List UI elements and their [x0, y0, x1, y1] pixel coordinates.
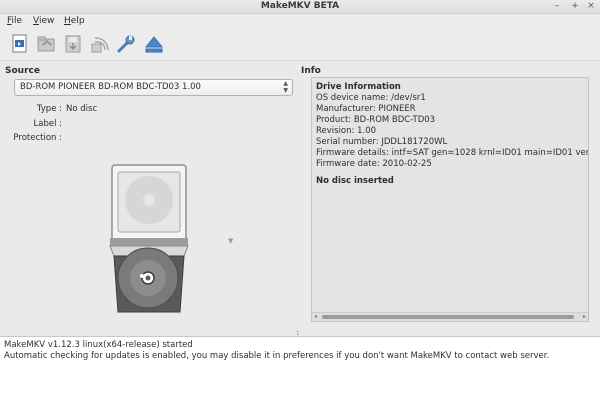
close-button[interactable]: × — [586, 1, 596, 11]
scrollbar-thumb[interactable] — [322, 315, 574, 319]
drive-info-title: Drive Information — [316, 82, 401, 92]
minimize-button[interactable]: – — [552, 1, 562, 11]
splitter-arrow-icon[interactable]: ▼ — [228, 237, 233, 245]
updown-arrows-icon: ▲ ▼ — [283, 80, 288, 94]
info-line: Manufacturer: PIONEER — [316, 104, 416, 114]
scroll-left-icon[interactable]: ◂ — [314, 313, 317, 320]
stream-button[interactable] — [89, 33, 111, 55]
pane-resize-grip-icon[interactable]: • • • — [296, 330, 304, 342]
protection-label: Protection : — [13, 133, 62, 143]
drive-select-value: BD-ROM PIONEER BD-ROM BDC-TD03 1.00 — [20, 82, 201, 92]
disc-status: No disc inserted — [316, 176, 394, 186]
info-line: Revision: 1.00 — [316, 126, 377, 136]
log-line: Automatic checking for updates is enable… — [4, 351, 550, 361]
info-horizontal-scrollbar[interactable]: ◂ ▸ — [312, 312, 588, 321]
log-panel: MakeMKV v1.12.3 linux(x64-release) start… — [0, 336, 600, 400]
protection-row: Protection : — [0, 133, 200, 145]
info-line: Firmware details: intf=SAT gen=1028 krnl… — [316, 148, 589, 158]
eject-icon — [144, 36, 164, 53]
menu-file[interactable]: File — [7, 16, 22, 26]
drive-select[interactable]: BD-ROM PIONEER BD-ROM BDC-TD03 1.00 ▲ ▼ — [14, 79, 293, 96]
maximize-button[interactable]: + — [570, 1, 580, 11]
window-titlebar: MakeMKV BETA – + × — [0, 0, 600, 14]
info-line: OS device name: /dev/sr1 — [316, 93, 426, 103]
open-files-button[interactable] — [9, 33, 31, 55]
save-icon — [65, 35, 81, 53]
menu-view[interactable]: View — [33, 16, 54, 26]
open-folder-button[interactable] — [35, 33, 57, 55]
source-heading: Source — [5, 66, 40, 76]
toolbar — [0, 29, 600, 61]
info-line: Product: BD-ROM BDC-TD03 — [316, 115, 436, 125]
menu-help[interactable]: Help — [64, 16, 85, 26]
info-panel: Drive Information OS device name: /dev/s… — [311, 77, 589, 322]
settings-button[interactable] — [115, 33, 137, 55]
label-row: Label : — [0, 119, 200, 131]
info-heading: Info — [301, 66, 321, 76]
type-label: Type : — [36, 104, 62, 114]
log-line: MakeMKV v1.12.3 linux(x64-release) start… — [4, 340, 193, 350]
scroll-right-icon[interactable]: ▸ — [583, 313, 586, 320]
label-label: Label : — [33, 119, 63, 129]
drive-illustration-icon — [109, 164, 189, 313]
type-row: Type : No disc — [0, 104, 200, 116]
info-line: Firmware date: 2010-02-25 — [316, 159, 432, 169]
info-line: Serial number: JDDL181720WL — [316, 137, 448, 147]
open-folder-icon — [37, 36, 55, 52]
settings-wrench-icon — [117, 35, 135, 53]
open-files-icon — [12, 34, 27, 53]
menu-bar: File View Help — [0, 14, 600, 29]
type-value: No disc — [66, 104, 98, 114]
eject-button[interactable] — [143, 33, 165, 55]
save-button[interactable] — [62, 33, 84, 55]
stream-icon — [91, 37, 109, 53]
window-title: MakeMKV BETA — [260, 1, 340, 11]
